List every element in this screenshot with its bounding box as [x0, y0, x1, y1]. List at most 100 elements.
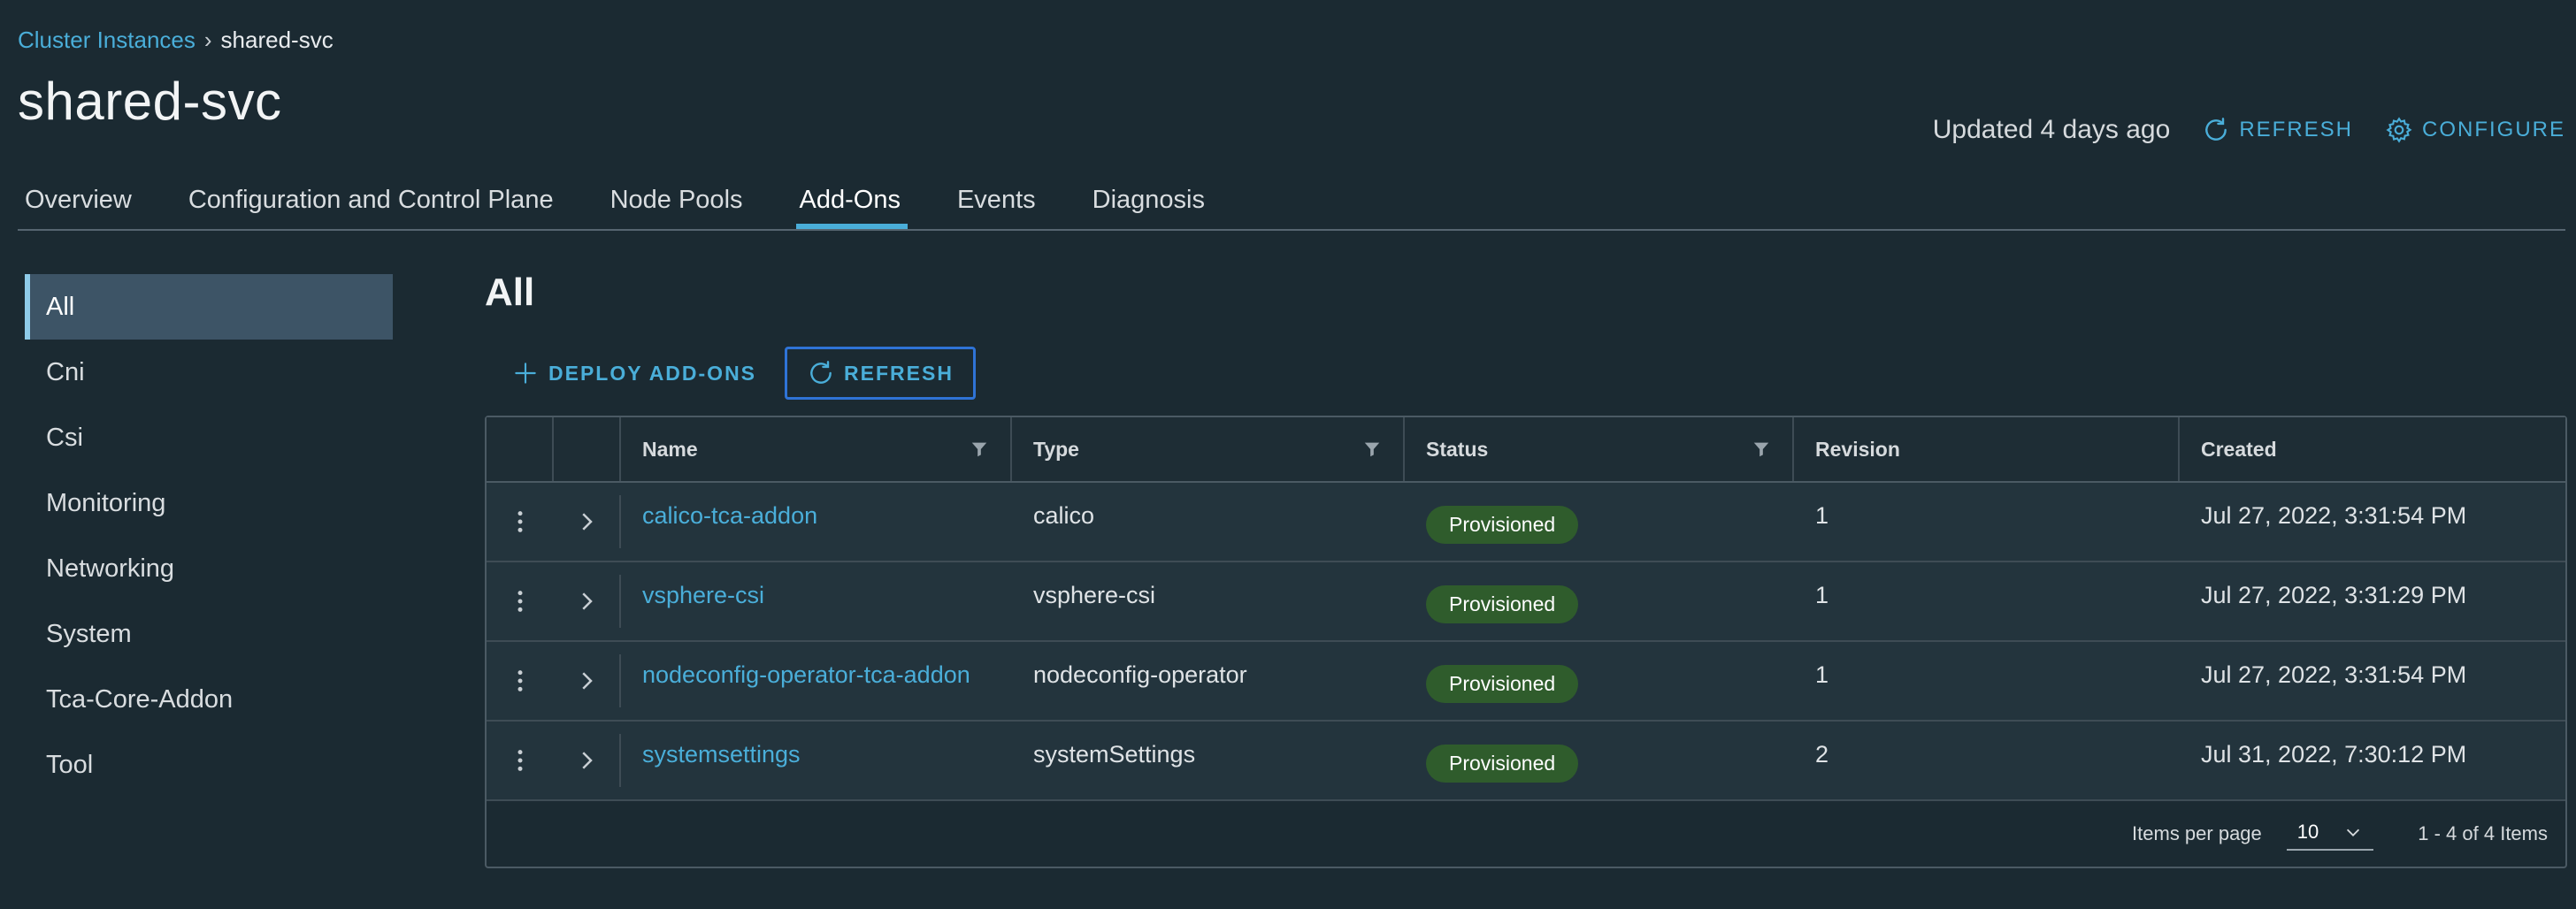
pagination-range: 1 - 4 of 4 Items — [2418, 822, 2548, 844]
addons-refresh-label: REFRESH — [844, 361, 954, 385]
row-expand-cell — [554, 734, 621, 787]
cell-status: Provisioned — [1405, 483, 1794, 561]
cell-revision: 2 — [1815, 741, 1829, 768]
column-header-name[interactable]: Name — [621, 417, 1012, 481]
cell-status: Provisioned — [1405, 642, 1794, 720]
kebab-menu-icon[interactable] — [507, 747, 533, 774]
configure-button[interactable]: CONFIGURE — [2385, 116, 2565, 144]
addons-refresh-button[interactable]: REFRESH — [785, 347, 976, 400]
deploy-add-ons-button[interactable]: DEPLOY ADD-ONS — [492, 347, 776, 400]
header-expand-column — [554, 417, 621, 481]
sidebar-item-system[interactable]: System — [25, 601, 393, 667]
row-actions-cell — [487, 483, 554, 561]
cell-revision: 1 — [1815, 502, 1829, 529]
sidebar-item-csi[interactable]: Csi — [25, 405, 393, 470]
cell-revision: 1 — [1815, 582, 1829, 608]
addons-datagrid: Name Type Status Revision Created calico… — [485, 416, 2567, 868]
refresh-icon — [2205, 118, 2227, 141]
addons-toolbar: DEPLOY ADD-ONS REFRESH — [492, 347, 976, 400]
gear-icon — [2386, 117, 2412, 143]
cell-created: Jul 27, 2022, 3:31:29 PM — [2201, 582, 2467, 608]
cell-created: Jul 27, 2022, 3:31:54 PM — [2201, 502, 2467, 529]
kebab-menu-icon[interactable] — [507, 508, 533, 535]
cell-created: Jul 27, 2022, 3:31:54 PM — [2201, 661, 2467, 688]
updated-timestamp: Updated 4 days ago — [1932, 115, 2171, 144]
column-header-type[interactable]: Type — [1012, 417, 1405, 481]
filter-icon[interactable] — [1362, 439, 1382, 459]
table-row: systemsettings systemSettings Provisione… — [487, 722, 2565, 801]
section-title: All — [485, 271, 535, 314]
table-row: calico-tca-addon calico Provisioned 1 Ju… — [487, 483, 2565, 562]
sidebar-item-tca-core-addon[interactable]: Tca-Core-Addon — [25, 667, 393, 732]
items-per-page-select[interactable]: 10 — [2286, 817, 2374, 851]
cell-name: systemsettings — [621, 722, 1012, 799]
status-badge: Provisioned — [1426, 506, 1579, 544]
chevron-right-icon[interactable] — [573, 668, 600, 694]
grid-header: Name Type Status Revision Created — [487, 417, 2565, 483]
column-header-created[interactable]: Created — [2180, 417, 2565, 481]
cell-status: Provisioned — [1405, 722, 1794, 799]
sidebar-item-tool[interactable]: Tool — [25, 732, 393, 798]
addon-name-link[interactable]: systemsettings — [642, 741, 801, 768]
cell-type: nodeconfig-operator — [1033, 661, 1247, 688]
cell-name: vsphere-csi — [621, 562, 1012, 640]
items-per-page-label: Items per page — [2132, 822, 2262, 844]
row-expand-cell — [554, 575, 621, 628]
addon-category-sidebar: All Cni Csi Monitoring Networking System… — [25, 274, 393, 798]
cell-name: nodeconfig-operator-tca-addon — [621, 642, 1012, 720]
configure-label: CONFIGURE — [2422, 118, 2565, 141]
status-badge: Provisioned — [1426, 665, 1579, 703]
refresh-icon — [810, 361, 832, 384]
addon-name-link[interactable]: calico-tca-addon — [642, 502, 817, 530]
column-header-name-label: Name — [642, 437, 698, 461]
header-actions-column — [487, 417, 554, 481]
kebab-menu-icon[interactable] — [507, 668, 533, 694]
chevron-right-icon[interactable] — [573, 747, 600, 774]
tab-configuration[interactable]: Configuration and Control Plane — [181, 177, 561, 227]
column-header-type-label: Type — [1033, 437, 1079, 461]
table-row: vsphere-csi vsphere-csi Provisioned 1 Ju… — [487, 562, 2565, 642]
items-per-page-value: 10 — [2296, 821, 2319, 843]
tab-diagnosis[interactable]: Diagnosis — [1085, 177, 1212, 227]
cell-revision: 1 — [1815, 661, 1829, 688]
tab-add-ons[interactable]: Add-Ons — [793, 177, 908, 229]
tab-overview[interactable]: Overview — [18, 177, 139, 227]
column-header-status[interactable]: Status — [1405, 417, 1794, 481]
tab-node-pools[interactable]: Node Pools — [603, 177, 750, 227]
table-row: nodeconfig-operator-tca-addon nodeconfig… — [487, 642, 2565, 722]
row-actions-cell — [487, 722, 554, 799]
breadcrumb-current: shared-svc — [220, 27, 334, 53]
row-expand-cell — [554, 654, 621, 707]
sidebar-item-monitoring[interactable]: Monitoring — [25, 470, 393, 536]
tab-bar: Overview Configuration and Control Plane… — [18, 177, 1254, 229]
kebab-menu-icon[interactable] — [507, 588, 533, 615]
addon-name-link[interactable]: nodeconfig-operator-tca-addon — [642, 661, 970, 689]
filter-icon[interactable] — [970, 439, 989, 459]
plus-icon — [515, 363, 536, 384]
sidebar-item-networking[interactable]: Networking — [25, 536, 393, 601]
cell-created: Jul 31, 2022, 7:30:12 PM — [2201, 741, 2467, 768]
cell-status: Provisioned — [1405, 562, 1794, 640]
column-header-revision[interactable]: Revision — [1794, 417, 2180, 481]
addon-name-link[interactable]: vsphere-csi — [642, 582, 764, 609]
sidebar-item-all[interactable]: All — [25, 274, 393, 340]
tab-events[interactable]: Events — [950, 177, 1043, 227]
status-badge: Provisioned — [1426, 745, 1579, 783]
column-header-revision-label: Revision — [1815, 437, 1900, 461]
header-actions: Updated 4 days ago REFRESH CONFIGURE — [1933, 115, 2565, 145]
chevron-right-icon[interactable] — [573, 588, 600, 615]
breadcrumb-cluster-instances-link[interactable]: Cluster Instances — [18, 27, 196, 54]
sidebar-item-cni[interactable]: Cni — [25, 340, 393, 405]
column-header-created-label: Created — [2201, 437, 2277, 461]
column-header-status-label: Status — [1426, 437, 1489, 461]
page-title: shared-svc — [18, 72, 282, 131]
header-refresh-label: REFRESH — [2239, 118, 2353, 141]
chevron-right-icon: › — [203, 27, 212, 53]
cell-name: calico-tca-addon — [621, 483, 1012, 561]
chevron-right-icon[interactable] — [573, 508, 600, 535]
status-badge: Provisioned — [1426, 585, 1579, 623]
cell-type: vsphere-csi — [1033, 582, 1156, 608]
grid-footer: Items per page 10 1 - 4 of 4 Items — [487, 801, 2565, 867]
filter-icon[interactable] — [1752, 439, 1771, 459]
header-refresh-button[interactable]: REFRESH — [2202, 116, 2353, 144]
